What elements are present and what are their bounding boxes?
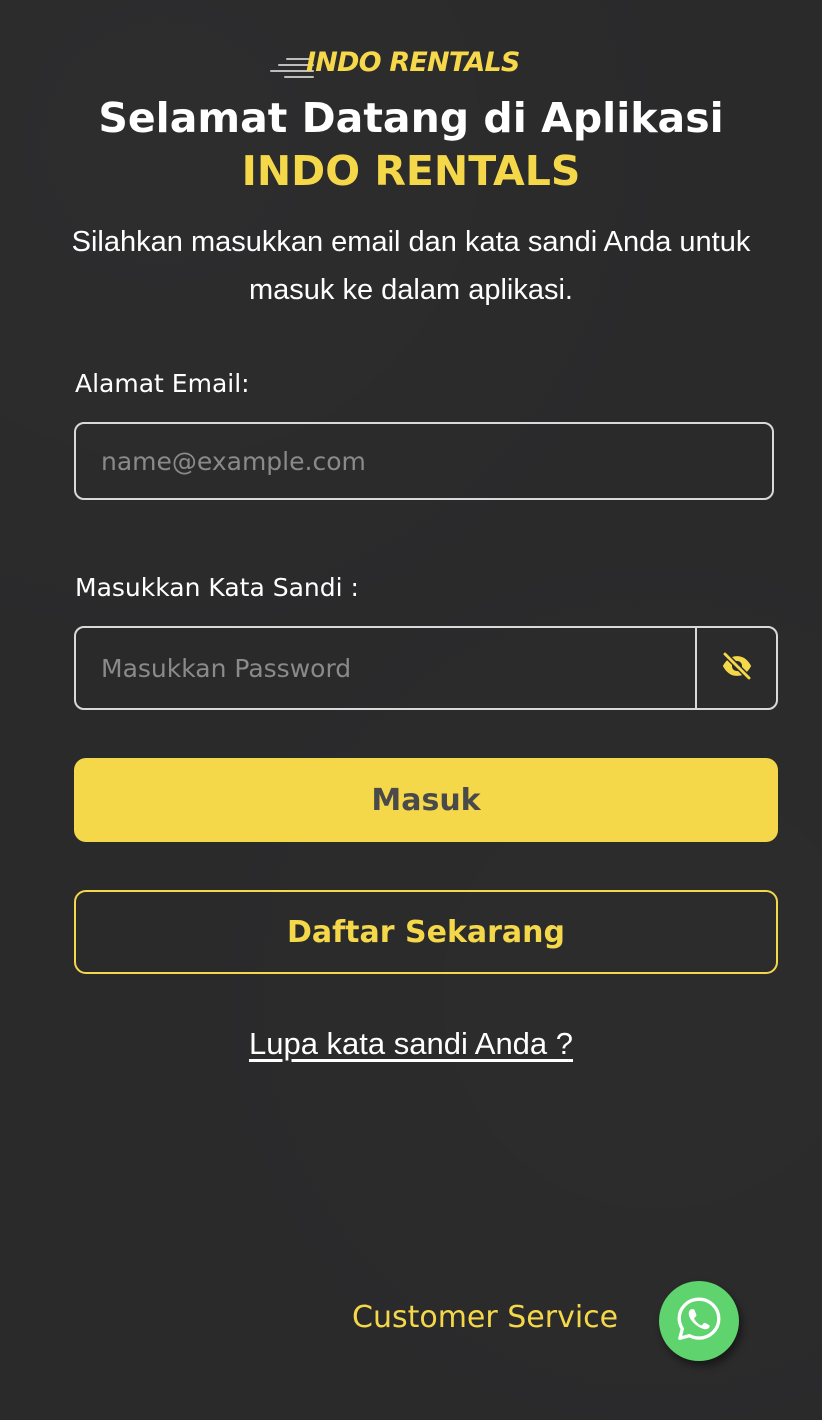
email-label: Alamat Email: bbox=[75, 369, 250, 398]
password-field-container bbox=[74, 626, 778, 710]
brand-logo: INDO RENTALS bbox=[270, 46, 590, 86]
forgot-password-container: Lupa kata sandi Anda ? bbox=[0, 1026, 822, 1062]
customer-service-label[interactable]: Customer Service bbox=[352, 1300, 618, 1335]
customer-service-whatsapp-button[interactable] bbox=[659, 1281, 739, 1361]
page-title: Selamat Datang di Aplikasi bbox=[98, 94, 724, 142]
password-field[interactable] bbox=[76, 628, 696, 708]
toggle-password-visibility-button[interactable] bbox=[695, 628, 776, 708]
email-field[interactable] bbox=[76, 424, 772, 498]
page-subtitle: Silahkan masukkan email dan kata sandi A… bbox=[71, 226, 751, 306]
register-button[interactable]: Daftar Sekarang bbox=[74, 890, 778, 974]
page-title-brand: INDO RENTALS bbox=[241, 147, 581, 195]
email-field-container bbox=[74, 422, 774, 500]
login-button[interactable]: Masuk bbox=[74, 758, 778, 842]
password-label: Masukkan Kata Sandi : bbox=[75, 573, 359, 602]
forgot-password-link[interactable]: Lupa kata sandi Anda ? bbox=[249, 1026, 573, 1061]
brand-logo-text: INDO RENTALS bbox=[306, 47, 520, 78]
eye-slash-icon bbox=[720, 649, 754, 687]
whatsapp-icon bbox=[674, 1294, 724, 1348]
